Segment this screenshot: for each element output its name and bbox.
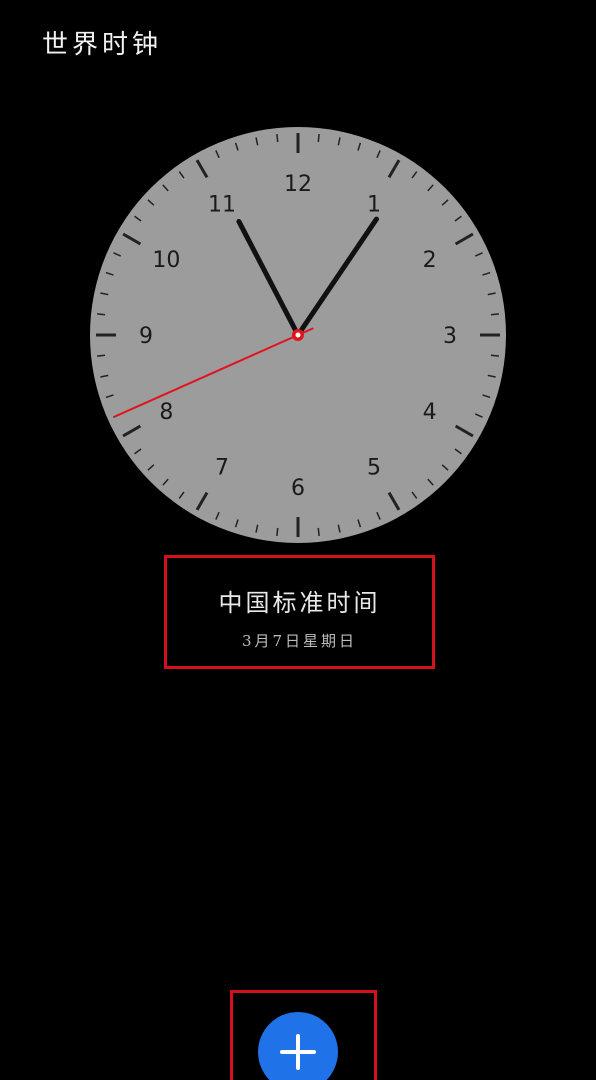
minute-tick — [276, 134, 279, 143]
clock-face: 121234567891011 — [90, 127, 506, 543]
minute-tick — [317, 134, 320, 143]
clock-numeral-3: 3 — [443, 324, 457, 349]
page-title: 世界时钟 — [42, 30, 163, 60]
clock-numeral-2: 2 — [423, 248, 437, 273]
minute-tick — [97, 354, 106, 357]
clock-numeral-6: 6 — [291, 476, 305, 501]
clock-numeral-9: 9 — [139, 324, 153, 349]
clock-numeral-5: 5 — [367, 456, 381, 481]
minute-tick — [276, 527, 279, 536]
clock-numeral-1: 1 — [367, 192, 381, 217]
clock-numeral-11: 11 — [208, 192, 236, 217]
plus-icon — [280, 1034, 316, 1070]
analog-clock: 12 1 2 3 4 5 6 7 8 9 10 11 — [88, 125, 508, 545]
minute-tick — [490, 354, 499, 357]
clock-numeral-8: 8 — [159, 400, 173, 425]
clock-center-dot — [295, 332, 301, 338]
clock-numeral-4: 4 — [423, 400, 437, 425]
clock-numeral-10: 10 — [152, 248, 180, 273]
timezone-name: 中国标准时间 — [218, 589, 381, 617]
minute-tick — [317, 527, 320, 536]
minute-tick — [490, 313, 499, 316]
minute-tick — [97, 313, 106, 316]
timezone-date: 3月7日星期日 — [241, 632, 358, 650]
clock-numeral-12: 12 — [284, 172, 312, 197]
clock-numeral-7: 7 — [215, 456, 229, 481]
